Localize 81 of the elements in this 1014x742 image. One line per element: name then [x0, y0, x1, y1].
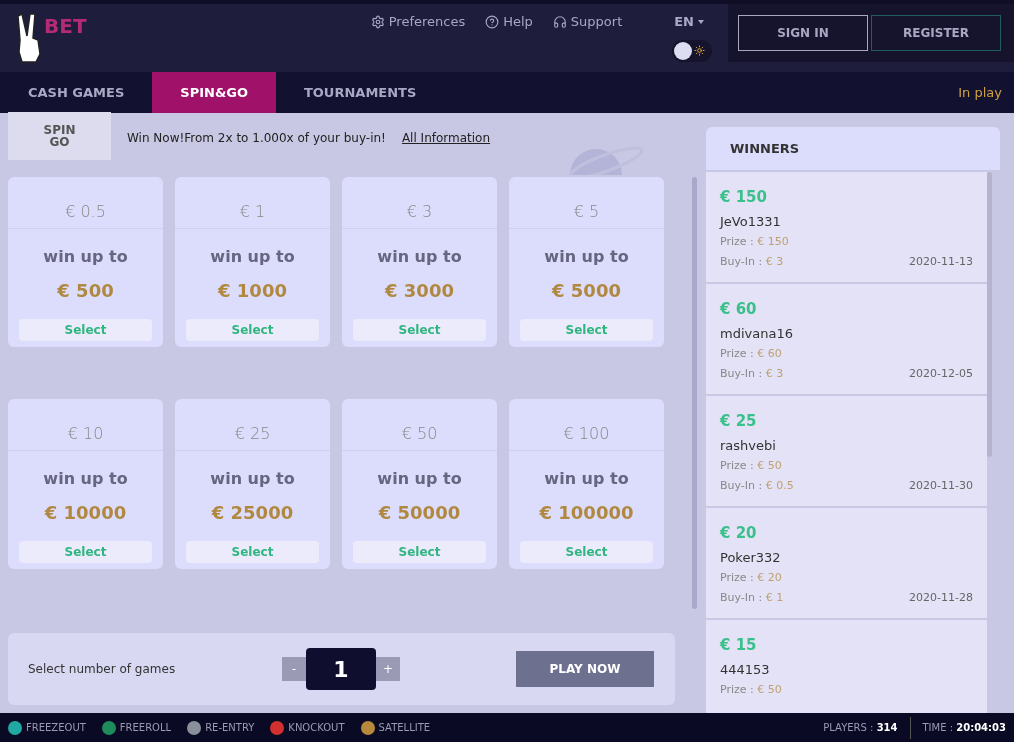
header-link[interactable]: Support: [552, 12, 623, 32]
win-caption: win up to: [543, 246, 630, 268]
win-caption: win up to: [42, 468, 129, 490]
win-caption: win up to: [209, 468, 296, 490]
prize-line: Prize : € 50: [720, 682, 783, 698]
win-date: 2020-11-30: [909, 477, 973, 494]
nav-tab[interactable]: CASH GAMES: [0, 72, 153, 113]
prize-amount: € 3000: [384, 279, 455, 303]
buy-in-amount: € 1: [175, 177, 330, 229]
register-button[interactable]: REGISTER: [871, 15, 1001, 51]
prize-amount: € 100000: [538, 501, 635, 525]
spin-go-logo: SPIN GO: [8, 112, 111, 160]
legend-label: SATELLITE: [378, 721, 431, 735]
in-play-label: In play: [958, 83, 1003, 102]
winner-amount: € 15: [720, 635, 758, 656]
headset-icon: [552, 14, 567, 29]
sun-icon: [694, 45, 705, 56]
prize-amount: € 500: [56, 279, 115, 303]
play-now-button[interactable]: PLAY NOW: [516, 651, 654, 687]
prize-amount: € 25000: [210, 501, 295, 525]
players-count: PLAYERS : 314: [823, 721, 899, 735]
caret-icon: [698, 19, 704, 24]
winner-amount: € 60: [720, 299, 758, 320]
win-date: 2020-12-05: [909, 365, 973, 382]
winner-amount: € 25: [720, 411, 758, 432]
prize-amount: € 50000: [377, 501, 462, 525]
prize-amount: € 10000: [43, 501, 128, 525]
buy-in-amount: € 100: [509, 399, 664, 451]
win-date: 2020-11-13: [909, 253, 973, 270]
games-count-field[interactable]: 1: [306, 648, 376, 690]
logo-text: BET: [44, 16, 87, 36]
language-dropdown[interactable]: EN: [674, 12, 704, 32]
win-date: 2020-11-28: [909, 589, 973, 606]
prize-line: Prize : € 150: [720, 234, 790, 250]
nav-tab[interactable]: TOURNAMENTS: [275, 72, 445, 113]
gear-icon: [370, 14, 385, 29]
buy-in-line: Buy-In : € 3: [720, 253, 784, 270]
buy-in-amount: € 25: [175, 399, 330, 451]
buy-in-line: Buy-In : € 0.5: [720, 477, 794, 494]
scrollbar[interactable]: [987, 172, 992, 457]
hand-peace-icon: [16, 12, 44, 64]
winner-amount: € 20: [720, 523, 758, 544]
legend-label: KNOCKOUT: [288, 721, 345, 735]
win-caption: win up to: [376, 246, 463, 268]
win-caption: win up to: [376, 468, 463, 490]
buy-in-line: Buy-In : € 1: [720, 589, 784, 606]
winner-name: JeVo1331: [720, 212, 782, 231]
header-link[interactable]: Preferences: [370, 12, 466, 32]
sign-in-button[interactable]: SIGN IN: [738, 15, 868, 51]
promo-text: Win Now!From 2x to 1.000x of your buy-in!: [127, 130, 386, 147]
buy-in-line: Buy-In : € 3: [720, 365, 784, 382]
prize-line: Prize : € 50: [720, 458, 783, 474]
help-icon: [485, 14, 500, 29]
winner-name: 444153: [720, 660, 771, 679]
clock-time: TIME : 20:04:03: [921, 721, 1006, 735]
winner-name: mdivana16: [720, 324, 794, 343]
legend-label: RE-ENTRY: [205, 721, 255, 735]
win-caption: win up to: [42, 246, 129, 268]
prize-amount: € 5000: [551, 279, 622, 303]
winner-name: Poker332: [720, 548, 782, 567]
winners-header: WINNERS: [706, 127, 1000, 170]
buy-in-amount: € 10: [8, 399, 163, 451]
legend-label: FREEZEOUT: [26, 721, 86, 735]
all-information-link[interactable]: All Information: [401, 129, 491, 147]
games-label: Select number of games: [28, 661, 177, 678]
legend-label: FREEROLL: [119, 721, 172, 735]
theme-toggle[interactable]: [672, 39, 712, 62]
scrollbar[interactable]: [692, 177, 697, 609]
buy-in-amount: € 50: [342, 399, 497, 451]
prize-amount: € 1000: [217, 279, 288, 303]
nav-tab[interactable]: SPIN&GO: [152, 72, 276, 113]
winner-name: rashvebi: [720, 436, 777, 455]
win-caption: win up to: [209, 246, 296, 268]
prize-line: Prize : € 60: [720, 346, 783, 362]
buy-in-amount: € 0.5: [8, 177, 163, 229]
win-caption: win up to: [543, 468, 630, 490]
header-link[interactable]: Help: [485, 12, 533, 32]
prize-line: Prize : € 20: [720, 570, 783, 586]
winner-amount: € 150: [720, 187, 768, 208]
buy-in-amount: € 5: [509, 177, 664, 229]
buy-in-amount: € 3: [342, 177, 497, 229]
